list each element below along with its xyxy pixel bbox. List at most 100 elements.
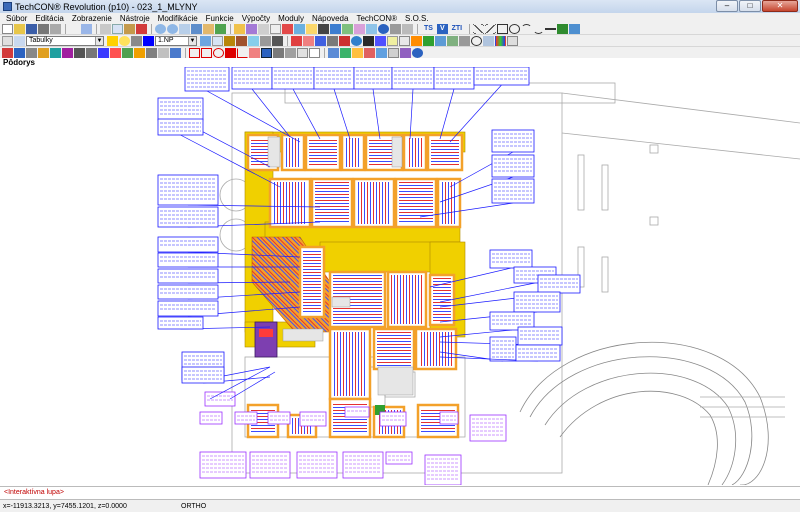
menu-nastroje[interactable]: Nástroje <box>120 14 150 23</box>
maximize-button[interactable]: □ <box>739 0 761 12</box>
snap-center-icon[interactable] <box>213 47 224 58</box>
floor-plan-drawing[interactable] <box>0 66 800 486</box>
join-icon[interactable] <box>146 47 157 58</box>
help-icon[interactable] <box>378 23 389 34</box>
list-icon[interactable] <box>388 47 399 58</box>
layers-icon[interactable] <box>234 23 245 34</box>
hatch-icon[interactable] <box>354 23 365 34</box>
drawing-canvas[interactable] <box>0 66 800 486</box>
bulb-icon[interactable] <box>119 35 130 46</box>
export-icon[interactable] <box>435 35 446 46</box>
align-icon[interactable] <box>170 47 181 58</box>
view-top-icon[interactable] <box>328 47 339 58</box>
command-line[interactable]: <Interaktívna lupa> <box>0 486 800 499</box>
report-icon[interactable] <box>399 35 410 46</box>
layer-combo[interactable]: 1.NP ▼ <box>155 35 197 46</box>
snap-tangent-icon[interactable] <box>285 47 296 58</box>
menu-napoveda[interactable]: Nápoveda <box>312 14 348 23</box>
trim-icon[interactable] <box>74 47 85 58</box>
menu-editacia[interactable]: Editácia <box>35 14 63 23</box>
pan-icon[interactable] <box>203 23 214 34</box>
minimize-button[interactable]: – <box>716 0 738 12</box>
text-icon[interactable] <box>318 23 329 34</box>
dimension-icon[interactable] <box>330 23 341 34</box>
chevron-down-icon[interactable]: ▼ <box>95 36 103 45</box>
menu-techcon[interactable]: TechCON® <box>356 14 397 23</box>
snap-off-icon[interactable] <box>309 47 320 58</box>
circle-icon[interactable] <box>509 23 521 34</box>
delete-icon[interactable] <box>136 23 147 34</box>
settings-icon[interactable] <box>390 23 401 34</box>
menu-sos[interactable]: S.O.S. <box>405 14 429 23</box>
table-icon[interactable] <box>14 35 25 46</box>
move-icon[interactable] <box>569 23 581 34</box>
zoom-out-icon[interactable] <box>167 23 178 34</box>
snap-endpoint-icon[interactable] <box>189 47 200 58</box>
boiler-icon[interactable] <box>339 35 350 46</box>
measure-icon[interactable] <box>258 23 269 34</box>
spline-icon[interactable] <box>533 24 545 34</box>
lock-icon[interactable] <box>131 35 142 46</box>
check-icon[interactable] <box>423 35 434 46</box>
distributor-icon[interactable] <box>315 35 326 46</box>
rotate-icon[interactable] <box>50 47 61 58</box>
zti-button[interactable]: ZTI <box>449 24 466 34</box>
chevron-down-icon[interactable]: ▼ <box>188 36 196 45</box>
snap-perpendicular-icon[interactable] <box>237 47 248 58</box>
table-settings-icon[interactable] <box>483 35 494 46</box>
break-icon[interactable] <box>158 47 169 58</box>
radiator-icon[interactable] <box>291 35 302 46</box>
search-icon[interactable] <box>471 35 482 46</box>
ortho-toggle[interactable]: ORTHO <box>181 503 206 510</box>
room-icon[interactable] <box>212 35 223 46</box>
ortho-icon[interactable] <box>294 23 305 34</box>
paste-icon[interactable] <box>124 23 135 34</box>
zoom-all-icon[interactable] <box>191 23 202 34</box>
offset-icon[interactable] <box>98 47 109 58</box>
snap-intersection-icon[interactable] <box>225 47 236 58</box>
pump-icon[interactable] <box>351 35 362 46</box>
image-icon[interactable] <box>366 23 377 34</box>
open-folder-icon[interactable] <box>14 23 25 34</box>
new-file-icon[interactable] <box>2 23 13 34</box>
explode-icon[interactable] <box>134 47 145 58</box>
menu-moduly[interactable]: Moduly <box>278 14 304 23</box>
osnap-icon[interactable] <box>306 23 317 34</box>
floor-heating-icon[interactable] <box>303 35 314 46</box>
extend-icon[interactable] <box>86 47 97 58</box>
grid-icon[interactable] <box>270 23 281 34</box>
zoom-in-icon[interactable] <box>155 23 166 34</box>
snap-icon[interactable] <box>282 23 293 34</box>
redo-icon[interactable] <box>81 23 92 34</box>
valve-icon[interactable] <box>327 35 338 46</box>
cut-icon[interactable] <box>100 23 111 34</box>
save-icon[interactable] <box>26 23 37 34</box>
elevation-icon[interactable] <box>376 47 387 58</box>
menu-funkcie[interactable]: Funkcie <box>206 14 234 23</box>
fillet-icon[interactable] <box>110 47 121 58</box>
copy-icon[interactable] <box>112 23 123 34</box>
stairs-icon[interactable] <box>260 35 271 46</box>
ts-button[interactable]: TS <box>421 24 436 34</box>
snap-midpoint-icon[interactable] <box>201 47 212 58</box>
line-icon[interactable] <box>473 23 485 34</box>
rectangle-icon[interactable] <box>497 23 509 34</box>
menu-subor[interactable]: Súbor <box>6 14 27 23</box>
info-icon[interactable] <box>412 47 423 58</box>
array-icon[interactable] <box>122 47 133 58</box>
redraw-icon[interactable] <box>215 23 226 34</box>
color-icon[interactable] <box>495 35 506 46</box>
properties-icon[interactable] <box>246 23 257 34</box>
pipe-route-icon[interactable] <box>363 35 374 46</box>
select-icon[interactable] <box>2 35 13 46</box>
layer-state-icon[interactable] <box>107 35 118 46</box>
close-button[interactable]: ✕ <box>762 0 798 12</box>
copy-tool-icon[interactable] <box>26 47 37 58</box>
print-preview-icon[interactable] <box>50 23 61 34</box>
layer-color-icon[interactable] <box>143 35 154 46</box>
polyline-icon[interactable] <box>485 23 497 34</box>
menu-zobrazenie[interactable]: Zobrazenie <box>72 14 112 23</box>
window-icon[interactable] <box>248 35 259 46</box>
v-button[interactable]: V <box>436 23 448 34</box>
print-icon[interactable] <box>38 23 49 34</box>
